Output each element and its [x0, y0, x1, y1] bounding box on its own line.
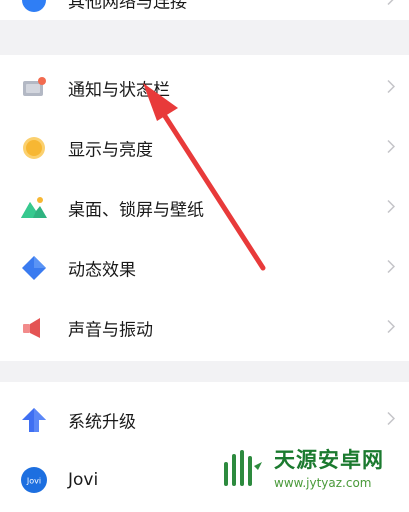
- jovi-icon: Jovi: [20, 466, 48, 494]
- system-update-icon: [20, 406, 48, 434]
- chevron-right-icon: [387, 0, 395, 10]
- settings-item-other-connections[interactable]: 其他网络与连接: [0, 0, 409, 30]
- settings-item-system-update[interactable]: 系统升级: [0, 390, 409, 450]
- chevron-right-icon: [387, 79, 396, 98]
- settings-item-label: 其他网络与连接: [68, 0, 187, 13]
- settings-item-dynamic-effects[interactable]: 动态效果: [0, 238, 409, 298]
- brightness-icon: [20, 134, 48, 162]
- svg-text:Jovi: Jovi: [26, 477, 41, 486]
- chevron-right-icon: [387, 319, 396, 338]
- settings-item-label: 通知与状态栏: [68, 80, 170, 101]
- link-icon: [20, 0, 48, 14]
- notification-icon: [20, 74, 48, 102]
- watermark-text: 天源安卓网: [274, 448, 384, 472]
- watermark: 天源安卓网 www.jytyaz.com: [212, 444, 407, 498]
- watermark-url: www.jytyaz.com: [274, 476, 372, 490]
- chevron-right-icon: [387, 139, 396, 158]
- settings-item-sound-vibration[interactable]: 声音与振动: [0, 298, 409, 358]
- settings-item-display-brightness[interactable]: 显示与亮度: [0, 118, 409, 178]
- watermark-logo-icon: [218, 446, 266, 498]
- settings-group-display: 通知与状态栏 显示与亮度 桌面、锁屏与壁纸 动态效果 声音与振动: [0, 55, 409, 361]
- wallpaper-icon: [20, 194, 48, 222]
- settings-item-desktop-wallpaper[interactable]: 桌面、锁屏与壁纸: [0, 178, 409, 238]
- settings-item-label: 声音与振动: [68, 320, 153, 341]
- settings-item-label: Jovi: [68, 470, 99, 490]
- sound-icon: [20, 314, 48, 342]
- settings-item-label: 桌面、锁屏与壁纸: [68, 200, 204, 221]
- settings-item-label: 显示与亮度: [68, 140, 153, 161]
- chevron-right-icon: [387, 411, 396, 430]
- dynamic-effects-icon: [20, 254, 48, 282]
- settings-item-label: 系统升级: [68, 412, 136, 433]
- settings-group-connections: 其他网络与连接: [0, 0, 409, 20]
- settings-item-label: 动态效果: [68, 260, 136, 281]
- chevron-right-icon: [387, 259, 396, 278]
- settings-item-notifications[interactable]: 通知与状态栏: [0, 58, 409, 118]
- chevron-right-icon: [387, 199, 396, 218]
